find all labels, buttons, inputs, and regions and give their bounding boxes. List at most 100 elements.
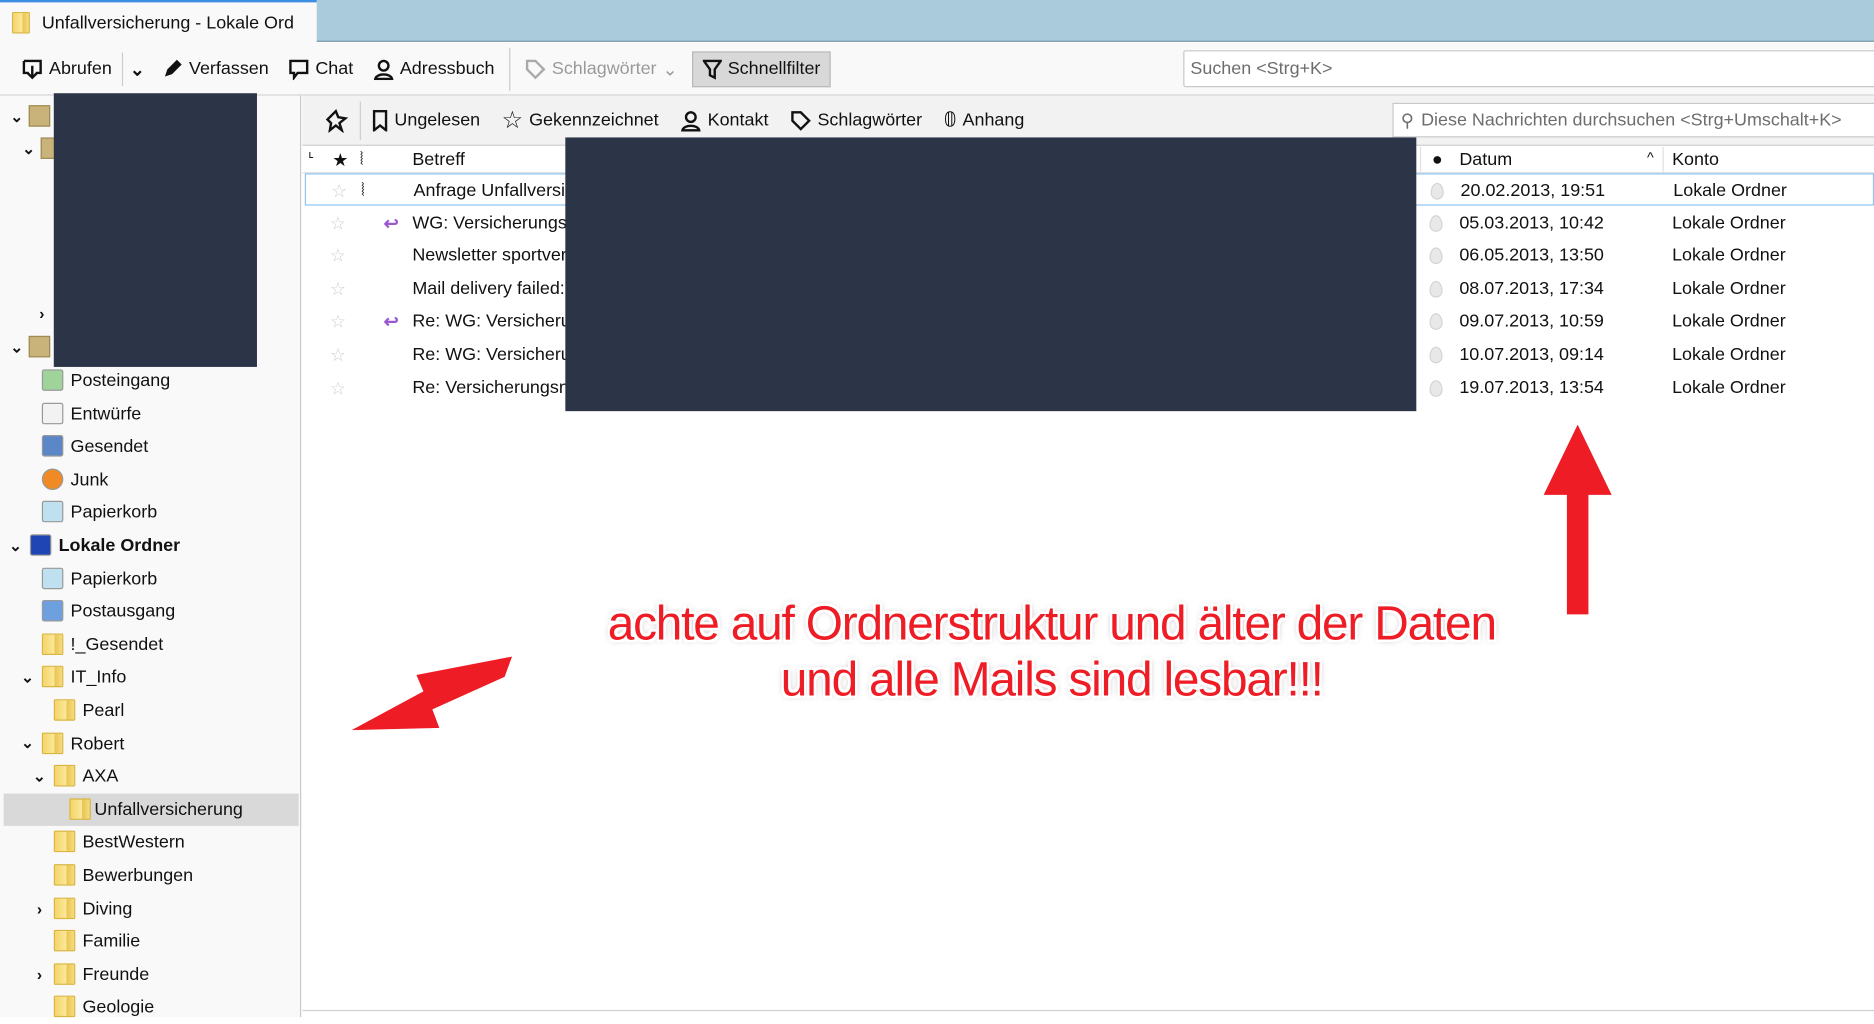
chevron-right-icon[interactable]: › xyxy=(35,305,49,323)
chevron-down-icon[interactable]: ⌄ xyxy=(10,107,24,126)
folder-item[interactable]: Geologie xyxy=(0,991,299,1023)
filter-unread-label: Ungelesen xyxy=(394,109,481,131)
message-subject: Newsletter sportver xyxy=(412,245,567,266)
column-account[interactable]: Konto xyxy=(1672,149,1719,169)
star-icon[interactable]: ☆ xyxy=(330,344,346,365)
global-search-input[interactable]: Suchen <Strg+K> xyxy=(1183,50,1874,88)
message-date: 06.05.2013, 13:50 xyxy=(1459,245,1604,266)
column-divider xyxy=(1662,147,1664,174)
sticky-filter-button[interactable] xyxy=(314,100,361,140)
tab-active[interactable]: Unfallversicherung - Lokale Ord xyxy=(0,0,317,44)
message-subject: WG: Versicherungsa xyxy=(412,212,577,233)
message-subject: Re: WG: Versicherun xyxy=(412,344,581,365)
pane-divider xyxy=(302,1009,1874,1012)
star-column-icon[interactable]: ★ xyxy=(332,149,348,171)
message-account: Lokale Ordner xyxy=(1672,311,1786,332)
filter-tags-button[interactable]: Schlagwörter xyxy=(779,109,933,131)
folder-label: Robert xyxy=(70,733,125,754)
junk-status-icon[interactable] xyxy=(1430,182,1444,205)
bookmark-icon xyxy=(372,109,388,131)
chevron-down-icon[interactable]: ⌄ xyxy=(8,536,22,555)
folder-item[interactable]: Postausgang xyxy=(0,595,299,627)
column-date[interactable]: Datum xyxy=(1459,149,1512,169)
sort-ascending-icon: ^ xyxy=(1646,149,1654,167)
filter-attachment-button[interactable]: 𝟘 Anhang xyxy=(933,108,1035,132)
junk-status-icon[interactable] xyxy=(1429,214,1443,237)
paperclip-icon: 𝟘 xyxy=(943,108,957,131)
compose-button[interactable]: Verfassen xyxy=(152,51,278,87)
folder-item[interactable]: › Freunde xyxy=(0,958,299,990)
folder-item[interactable]: ⌄ IT_Info xyxy=(0,661,299,693)
folder-label: Diving xyxy=(82,898,133,919)
message-date: 05.03.2013, 10:42 xyxy=(1459,212,1604,233)
filter-contact-button[interactable]: Kontakt xyxy=(669,109,779,131)
inbox-icon xyxy=(41,369,64,391)
divider xyxy=(508,47,511,91)
junk-status-icon[interactable] xyxy=(1429,247,1443,270)
chevron-down-icon[interactable]: ⌄ xyxy=(32,767,46,786)
folder-item[interactable]: Unfallversicherung xyxy=(3,793,299,826)
thread-column-icon[interactable]: ᒻ xyxy=(308,149,314,166)
message-filter-input[interactable]: ⚲ Diese Nachrichten durchsuchen <Strg+Um… xyxy=(1392,102,1874,138)
message-account: Lokale Ordner xyxy=(1673,180,1787,201)
folder-item[interactable]: BestWestern xyxy=(0,826,299,858)
message-date: 10.07.2013, 09:14 xyxy=(1459,344,1604,365)
filter-starred-button[interactable]: ☆ Gekennzeichnet xyxy=(491,105,669,135)
chevron-down-icon[interactable]: ⌄ xyxy=(20,734,34,753)
message-date: 08.07.2013, 17:34 xyxy=(1459,278,1604,299)
chevron-down-icon[interactable]: ⌄ xyxy=(20,668,34,687)
attachment-column-icon[interactable]: ⦚ xyxy=(360,149,364,169)
folder-icon xyxy=(53,996,76,1018)
get-mail-button[interactable]: Abrufen xyxy=(12,51,121,87)
folder-item[interactable]: › Diving xyxy=(0,892,299,924)
folder-item[interactable]: Papierkorb xyxy=(0,562,299,594)
star-icon[interactable]: ☆ xyxy=(331,180,347,202)
get-mail-dropdown[interactable]: ⌄ xyxy=(123,51,152,87)
folder-item[interactable]: !_Gesendet xyxy=(0,628,299,660)
filter-unread-button[interactable]: Ungelesen xyxy=(361,109,491,131)
address-book-button[interactable]: Adressbuch xyxy=(363,51,504,87)
star-icon[interactable]: ☆ xyxy=(330,278,346,299)
address-book-label: Adressbuch xyxy=(399,58,495,79)
folder-item[interactable]: Gesendet xyxy=(0,430,299,462)
annotation-line-2: und alle Mails sind lesbar!!! xyxy=(780,653,1324,707)
folder-label: Papierkorb xyxy=(70,568,158,589)
folder-item[interactable]: Bewerbungen xyxy=(0,859,299,891)
junk-status-icon[interactable] xyxy=(1429,379,1443,402)
folder-icon xyxy=(41,633,64,655)
junk-status-icon[interactable] xyxy=(1429,313,1443,336)
junk-status-icon[interactable] xyxy=(1429,280,1443,303)
search-icon: ⚲ xyxy=(1400,110,1414,131)
folder-item[interactable]: Junk xyxy=(0,463,299,495)
folder-label: Pearl xyxy=(82,700,125,721)
folder-icon xyxy=(53,963,76,985)
quick-filter-button[interactable]: Schnellfilter xyxy=(691,50,832,87)
red-arrow-up-icon xyxy=(1539,419,1616,617)
junk-status-icon[interactable] xyxy=(1429,346,1443,369)
junk-column-icon[interactable]: ● xyxy=(1432,149,1443,169)
folder-icon xyxy=(53,930,76,952)
star-icon[interactable]: ☆ xyxy=(330,311,346,332)
folder-item[interactable]: Familie xyxy=(0,925,299,957)
chevron-down-icon[interactable]: ⌄ xyxy=(10,338,24,357)
folder-item[interactable]: Pearl xyxy=(0,694,299,726)
column-subject[interactable]: Betreff xyxy=(412,149,464,169)
folder-item[interactable]: ⌄ Robert xyxy=(0,727,299,759)
folder-item[interactable]: ⌄ AXA xyxy=(0,760,299,792)
folder-label: Entwürfe xyxy=(70,403,142,424)
chevron-down-icon[interactable]: ⌄ xyxy=(22,139,36,158)
star-icon[interactable]: ☆ xyxy=(330,377,346,398)
folder-label: Freunde xyxy=(82,964,150,985)
star-icon[interactable]: ☆ xyxy=(330,212,346,233)
tab-title: Unfallversicherung - Lokale Ord xyxy=(41,12,294,33)
folder-item[interactable]: Posteingang xyxy=(0,365,299,397)
star-icon[interactable]: ☆ xyxy=(330,245,346,266)
folder-item[interactable]: ⌄ Lokale Ordner xyxy=(0,529,299,561)
chevron-right-icon[interactable]: › xyxy=(32,965,46,983)
folder-item[interactable]: Entwürfe xyxy=(0,398,299,430)
chat-button[interactable]: Chat xyxy=(278,51,362,87)
tags-button[interactable]: Schlagwörter ⌄ xyxy=(515,51,687,87)
folder-item[interactable]: Papierkorb xyxy=(0,496,299,528)
chevron-right-icon[interactable]: › xyxy=(32,900,46,918)
message-subject: Mail delivery failed: xyxy=(412,278,565,299)
